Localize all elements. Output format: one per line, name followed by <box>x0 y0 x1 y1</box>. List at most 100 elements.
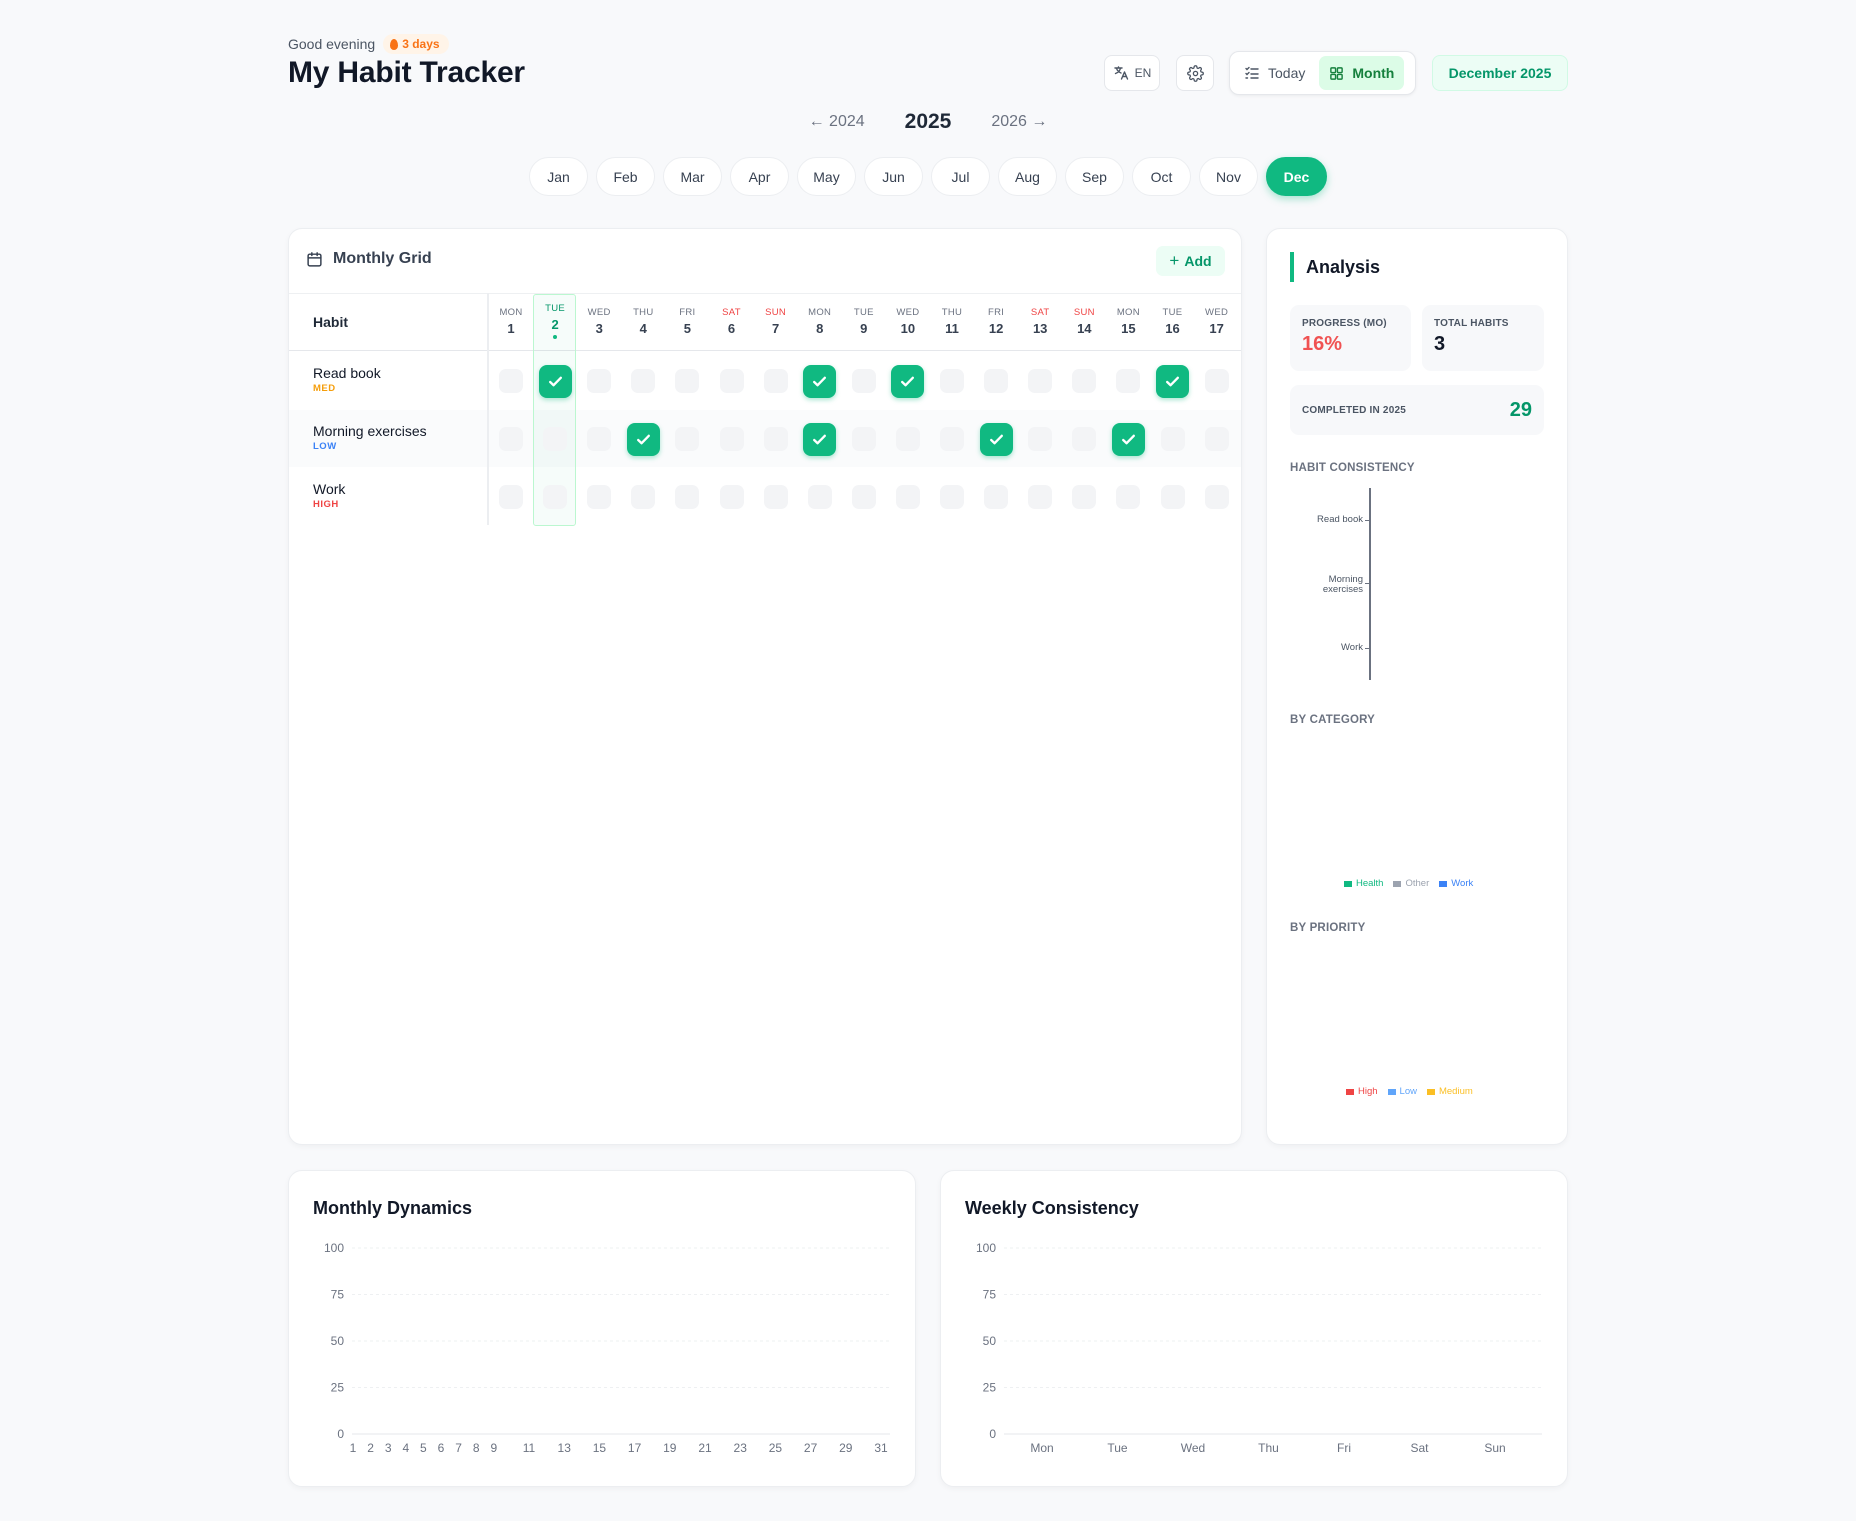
habit-cell[interactable] <box>807 485 832 509</box>
habit-cell-checked[interactable] <box>1156 364 1189 398</box>
add-habit-label: Add <box>1184 253 1212 269</box>
x-tick-label: 29 <box>839 1441 853 1455</box>
habit-cell[interactable] <box>1028 369 1053 393</box>
y-tick-label: 0 <box>337 1427 344 1441</box>
habit-cell[interactable] <box>1160 485 1185 509</box>
streak-badge: 3 days <box>383 34 449 54</box>
month-pill-dec[interactable]: Dec <box>1266 157 1327 196</box>
month-pill-apr[interactable]: Apr <box>730 157 789 196</box>
habit-cell-checked[interactable] <box>803 422 837 456</box>
month-pill-jul[interactable]: Jul <box>931 157 990 196</box>
habit-cell[interactable] <box>543 485 568 509</box>
habit-row-label[interactable]: Work HIGH <box>313 481 345 510</box>
month-pill-mar[interactable]: Mar <box>663 157 722 196</box>
month-pill-feb[interactable]: Feb <box>596 157 655 196</box>
month-pill-may[interactable]: May <box>797 157 856 196</box>
habit-cell[interactable] <box>851 485 876 509</box>
view-today-button[interactable]: Today <box>1234 56 1315 90</box>
day-header-10: WED 10 <box>888 307 928 336</box>
x-tick-label: 21 <box>698 1441 712 1455</box>
habit-cell[interactable] <box>1072 427 1097 451</box>
habit-cell[interactable] <box>984 369 1009 393</box>
habit-cell[interactable] <box>719 369 744 393</box>
habit-cell[interactable] <box>631 369 656 393</box>
habit-cell[interactable] <box>1072 485 1097 509</box>
add-habit-button[interactable]: + Add <box>1156 246 1225 276</box>
habit-cell[interactable] <box>1160 427 1185 451</box>
habit-cell-checked[interactable] <box>803 364 837 398</box>
month-pill-nov[interactable]: Nov <box>1199 157 1258 196</box>
habit-cell[interactable] <box>587 485 612 509</box>
weekly-consistency-chart: 0 25 50 75 100 Mon Tue Wed Thu Fri Sat Sun <box>976 1241 1542 1455</box>
habit-cell[interactable] <box>1204 369 1229 393</box>
legend-item-high[interactable]: High <box>1346 1086 1378 1097</box>
habit-cell[interactable] <box>675 369 700 393</box>
habit-cell[interactable] <box>543 427 568 451</box>
current-year: 2025 <box>904 110 952 133</box>
prev-year-button[interactable]: ← 2024 <box>809 113 865 131</box>
next-year-button[interactable]: 2026 → <box>991 113 1047 131</box>
legend-item-other[interactable]: Other <box>1393 878 1429 889</box>
habit-cell-checked[interactable] <box>538 364 572 398</box>
habit-cell-checked[interactable] <box>891 364 925 398</box>
habit-cell[interactable] <box>631 485 656 509</box>
x-tick-label: 17 <box>628 1441 642 1455</box>
legend-label: High <box>1358 1086 1378 1097</box>
habit-cell[interactable] <box>1116 369 1141 393</box>
habit-cell[interactable] <box>763 485 788 509</box>
habit-cell[interactable] <box>499 427 523 451</box>
check-icon <box>1166 376 1179 386</box>
habit-cell-checked[interactable] <box>626 422 660 456</box>
habit-cell[interactable] <box>1072 369 1097 393</box>
x-tick-label: 25 <box>769 1441 783 1455</box>
consistency-axis <box>1369 488 1371 680</box>
day-name: WED <box>1205 307 1229 318</box>
legend-item-low[interactable]: Low <box>1387 1086 1417 1097</box>
language-button[interactable]: EN <box>1104 55 1160 91</box>
month-pill-sep[interactable]: Sep <box>1065 157 1124 196</box>
habit-cell[interactable] <box>1028 427 1053 451</box>
total-habits-value: 3 <box>1434 333 1446 355</box>
legend-item-health[interactable]: Health <box>1344 878 1383 889</box>
legend-item-medium[interactable]: Medium <box>1426 1086 1473 1097</box>
habit-cell[interactable] <box>984 485 1009 509</box>
habit-cell[interactable] <box>940 369 964 393</box>
habit-cell[interactable] <box>1116 485 1141 509</box>
habit-cell[interactable] <box>719 427 744 451</box>
month-pill-aug[interactable]: Aug <box>998 157 1057 196</box>
settings-button[interactable] <box>1176 55 1214 91</box>
habit-cell[interactable] <box>499 485 523 509</box>
habit-cell[interactable] <box>851 427 876 451</box>
month-pill-oct[interactable]: Oct <box>1132 157 1191 196</box>
habit-cell[interactable] <box>895 427 920 451</box>
habit-cell[interactable] <box>1204 427 1229 451</box>
priority-legend: High Low Medium <box>1346 1086 1473 1097</box>
day-name: TUE <box>1162 307 1183 318</box>
day-number: 8 <box>816 321 824 336</box>
habit-cell[interactable] <box>587 427 612 451</box>
habit-cell[interactable] <box>1028 485 1053 509</box>
month-pill-jan[interactable]: Jan <box>529 157 588 196</box>
habit-cell[interactable] <box>719 485 744 509</box>
habit-row-label[interactable]: Read book MED <box>313 365 381 394</box>
habit-row-label[interactable]: Morning exercises LOW <box>313 423 427 452</box>
habit-cell[interactable] <box>895 485 920 509</box>
habit-cell[interactable] <box>851 369 876 393</box>
habit-cell[interactable] <box>587 369 612 393</box>
x-tick-label: 27 <box>804 1441 818 1455</box>
habit-cell[interactable] <box>675 427 700 451</box>
habit-cell[interactable] <box>675 485 700 509</box>
habit-cell[interactable] <box>940 427 964 451</box>
current-period-badge[interactable]: December 2025 <box>1432 55 1568 91</box>
habit-cell-checked[interactable] <box>1111 422 1145 456</box>
day-number: 1 <box>507 321 515 336</box>
habit-cell[interactable] <box>763 427 788 451</box>
habit-cell[interactable] <box>499 369 523 393</box>
view-month-button[interactable]: Month <box>1319 56 1405 90</box>
habit-cell[interactable] <box>940 485 964 509</box>
habit-cell[interactable] <box>763 369 788 393</box>
habit-cell[interactable] <box>1204 485 1229 509</box>
legend-item-work[interactable]: Work <box>1439 878 1473 889</box>
habit-cell-checked[interactable] <box>979 422 1013 456</box>
month-pill-jun[interactable]: Jun <box>864 157 923 196</box>
